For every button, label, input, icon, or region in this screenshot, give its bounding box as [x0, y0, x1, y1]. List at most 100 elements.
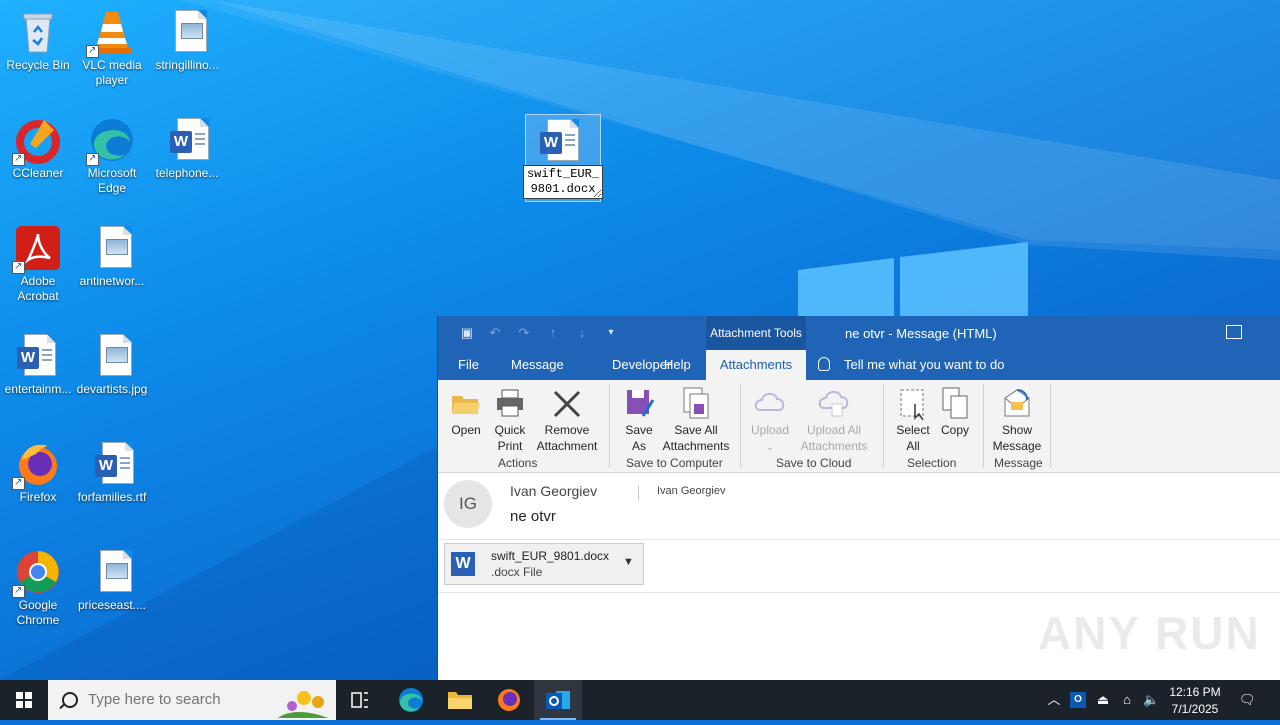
undo-icon[interactable]: ↶	[486, 324, 504, 342]
desktop-icon-vlc[interactable]: VLC media player	[74, 6, 150, 88]
image-file-icon	[100, 550, 132, 592]
select-all-button[interactable]: Select All	[893, 386, 933, 454]
open-folder-icon	[452, 396, 480, 414]
desktop-icon-firefox[interactable]: Firefox	[0, 438, 76, 505]
watermark: ANY RUN	[1038, 607, 1261, 659]
taskbar-outlook[interactable]	[534, 680, 582, 720]
tab-attachments[interactable]: Attachments	[706, 350, 806, 380]
ribbon-tab-bar: File Message Developer Help Attachments …	[438, 350, 1280, 380]
copy-icon	[942, 387, 968, 419]
tab-message[interactable]: Message	[503, 350, 572, 380]
quick-print-label: Quick Print	[494, 423, 526, 453]
desktop-icon-forfamilies[interactable]: W forfamilies.rtf	[74, 438, 150, 505]
desktop-icon-label: Adobe Acrobat	[17, 274, 59, 303]
search-icon	[62, 692, 78, 708]
tab-file[interactable]: File	[450, 350, 487, 380]
show-hidden-icons-chevron-up-icon[interactable]: ︿	[1046, 692, 1062, 708]
attachment-name: swift_EUR_9801.docx	[491, 549, 610, 563]
notifications-icon[interactable]: 🗨	[1239, 692, 1256, 708]
save-all-icon	[683, 387, 709, 419]
context-tab-attachment-tools: Attachment Tools	[706, 316, 806, 350]
desktop-icon-recycle-bin[interactable]: Recycle Bin	[0, 6, 76, 73]
save-as-icon	[627, 390, 655, 417]
desktop-icon-google-chrome[interactable]: Google Chrome	[0, 546, 76, 628]
desktop-icon-antinetwor[interactable]: antinetwor...	[74, 222, 150, 289]
ribbon: Open Quick Print Remove Attachment Actio…	[438, 380, 1280, 473]
group-label-message: Message	[994, 456, 1043, 470]
group-divider	[1050, 384, 1051, 468]
copy-button[interactable]: Copy	[937, 386, 973, 438]
desktop-icon-label: priceseast....	[77, 598, 147, 612]
open-button[interactable]: Open	[448, 386, 484, 438]
shortcut-arrow-icon	[12, 583, 25, 598]
save-icon[interactable]: ▣	[458, 324, 476, 342]
quick-print-button[interactable]: Quick Print	[490, 386, 530, 454]
avatar[interactable]: IG	[444, 480, 492, 528]
desktop-icon-stringillino[interactable]: stringillino...	[149, 6, 225, 73]
rename-input[interactable]: swift_EUR_9801.docx	[523, 165, 603, 199]
tell-me-search[interactable]: Tell me what you want to do	[818, 350, 1004, 380]
desktop-icon-label: entertainm...	[4, 382, 72, 396]
tab-help[interactable]: Help	[656, 350, 699, 380]
volume-icon[interactable]: 🔈	[1143, 692, 1159, 708]
desktop-icon-ccleaner[interactable]: CCleaner	[0, 114, 76, 181]
group-divider	[609, 384, 610, 468]
lightbulb-icon	[818, 357, 830, 371]
previous-item-icon[interactable]: ↑	[544, 324, 562, 342]
shortcut-arrow-icon	[12, 259, 25, 274]
cloud-upload-all-icon	[818, 390, 849, 417]
attachment-chip[interactable]: W swift_EUR_9801.docx .docx File ▼	[444, 543, 644, 585]
outlook-message-window[interactable]: ▣ ↶ ↷ ↑ ↓ ▾ Attachment Tools ne otvr - M…	[437, 316, 1280, 680]
clock-time: 12:16 PM	[1169, 685, 1221, 699]
taskbar-edge[interactable]	[387, 680, 435, 720]
message-header: IG Ivan Georgiev Ivan Georgiev ne otvr	[438, 473, 1280, 540]
outlook-tray-icon[interactable]: O	[1070, 692, 1086, 708]
window-title: ne otvr - Message (HTML)	[845, 326, 997, 341]
upload-all-attachments-button[interactable]: Upload All Attachments	[792, 386, 876, 454]
save-all-attachments-button[interactable]: Save All Attachments	[660, 386, 732, 454]
desktop-icon-label: devartists.jpg	[76, 382, 148, 396]
show-message-label: Show Message	[992, 423, 1042, 453]
taskbar-firefox[interactable]	[485, 680, 533, 720]
customize-qat-icon[interactable]: ▾	[602, 324, 620, 342]
select-all-label: Select All	[896, 423, 930, 453]
task-view-button[interactable]	[336, 680, 384, 720]
remove-x-icon	[553, 390, 581, 418]
clock[interactable]: 12:16 PM 7/1/2025	[1164, 684, 1226, 718]
network-icon[interactable]: ⌂	[1119, 692, 1135, 708]
open-label: Open	[451, 423, 481, 437]
recycle-bin-icon	[23, 13, 53, 53]
desktop-icon-entertainm[interactable]: W entertainm...	[0, 330, 76, 397]
recipient-name[interactable]: Ivan Georgiev	[638, 485, 725, 501]
word-file-icon: W	[451, 552, 475, 576]
group-label-actions: Actions	[498, 456, 538, 470]
show-message-button[interactable]: Show Message	[990, 386, 1044, 454]
taskbar-file-explorer[interactable]	[436, 680, 484, 720]
desktop-icon-label: antinetwor...	[79, 274, 145, 288]
upload-label: Upload	[750, 423, 790, 437]
remove-attachment-button[interactable]: Remove Attachment	[534, 386, 600, 454]
redo-icon[interactable]: ↷	[515, 324, 533, 342]
upload-button[interactable]: Upload ⌄	[748, 386, 792, 455]
word-document-icon: W	[170, 118, 209, 160]
group-divider	[983, 384, 984, 468]
start-button[interactable]	[0, 680, 48, 720]
desktop-icon-devartists[interactable]: devartists.jpg	[74, 330, 150, 397]
usb-device-icon[interactable]: ⏏	[1095, 692, 1111, 708]
ribbon-display-options-icon[interactable]	[1226, 325, 1242, 339]
desktop-icon-microsoft-edge[interactable]: Microsoft Edge	[74, 114, 150, 196]
upload-all-label: Upload All Attachments	[800, 423, 868, 453]
next-item-icon[interactable]: ↓	[573, 324, 591, 342]
save-as-button[interactable]: Save As	[622, 386, 656, 454]
desktop-icon-adobe-acrobat[interactable]: Adobe Acrobat	[0, 222, 76, 304]
desktop-icon-label: stringillino...	[155, 58, 219, 72]
chevron-down-icon[interactable]: ▼	[623, 556, 634, 568]
word-document-icon: W	[540, 119, 579, 161]
cloud-upload-icon	[754, 392, 785, 411]
desktop-icon-telephone[interactable]: W telephone...	[149, 114, 225, 181]
desktop-icon-priceseast[interactable]: priceseast....	[74, 546, 150, 613]
sender-name[interactable]: Ivan Georgiev	[510, 483, 597, 499]
word-document-icon: W	[17, 334, 56, 376]
save-all-label: Save All Attachments	[662, 423, 730, 453]
windows-start-icon	[16, 692, 32, 708]
